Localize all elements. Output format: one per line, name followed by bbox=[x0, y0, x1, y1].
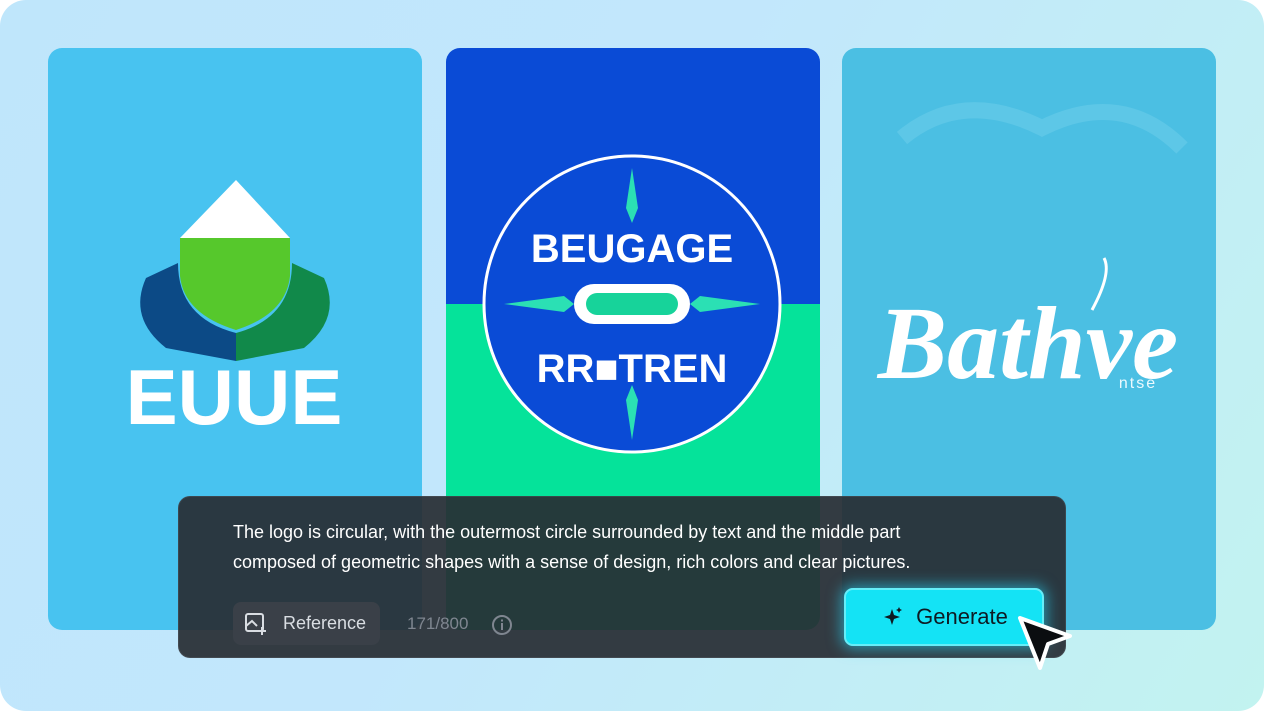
image-add-icon bbox=[245, 612, 266, 635]
prompt-panel: The logo is circular, with the outermost… bbox=[178, 496, 1066, 658]
logo-2-bottom-text: RR■TREN bbox=[537, 347, 728, 391]
logo-3-subtext: ntse bbox=[1119, 375, 1157, 392]
prompt-text[interactable]: The logo is circular, with the outermost… bbox=[233, 517, 993, 577]
reference-button[interactable]: Reference bbox=[233, 602, 380, 645]
prompt-line-2: composed of geometric shapes with a sens… bbox=[233, 552, 911, 572]
info-icon[interactable] bbox=[491, 614, 513, 636]
cursor-arrow-icon bbox=[1018, 616, 1072, 670]
reference-label: Reference bbox=[283, 613, 367, 633]
logo-1-text: EUUE bbox=[126, 353, 343, 441]
canvas-frame: EUUE BEUGAGE RR■TREN Bathve ntse The log… bbox=[0, 0, 1264, 711]
logo-2-top-text: BEUGAGE bbox=[531, 227, 733, 271]
prompt-line-1: The logo is circular, with the outermost… bbox=[233, 522, 901, 542]
character-counter: 171/800 bbox=[407, 614, 469, 633]
sparkle-icon bbox=[884, 607, 903, 625]
generate-label: Generate bbox=[916, 604, 1008, 629]
